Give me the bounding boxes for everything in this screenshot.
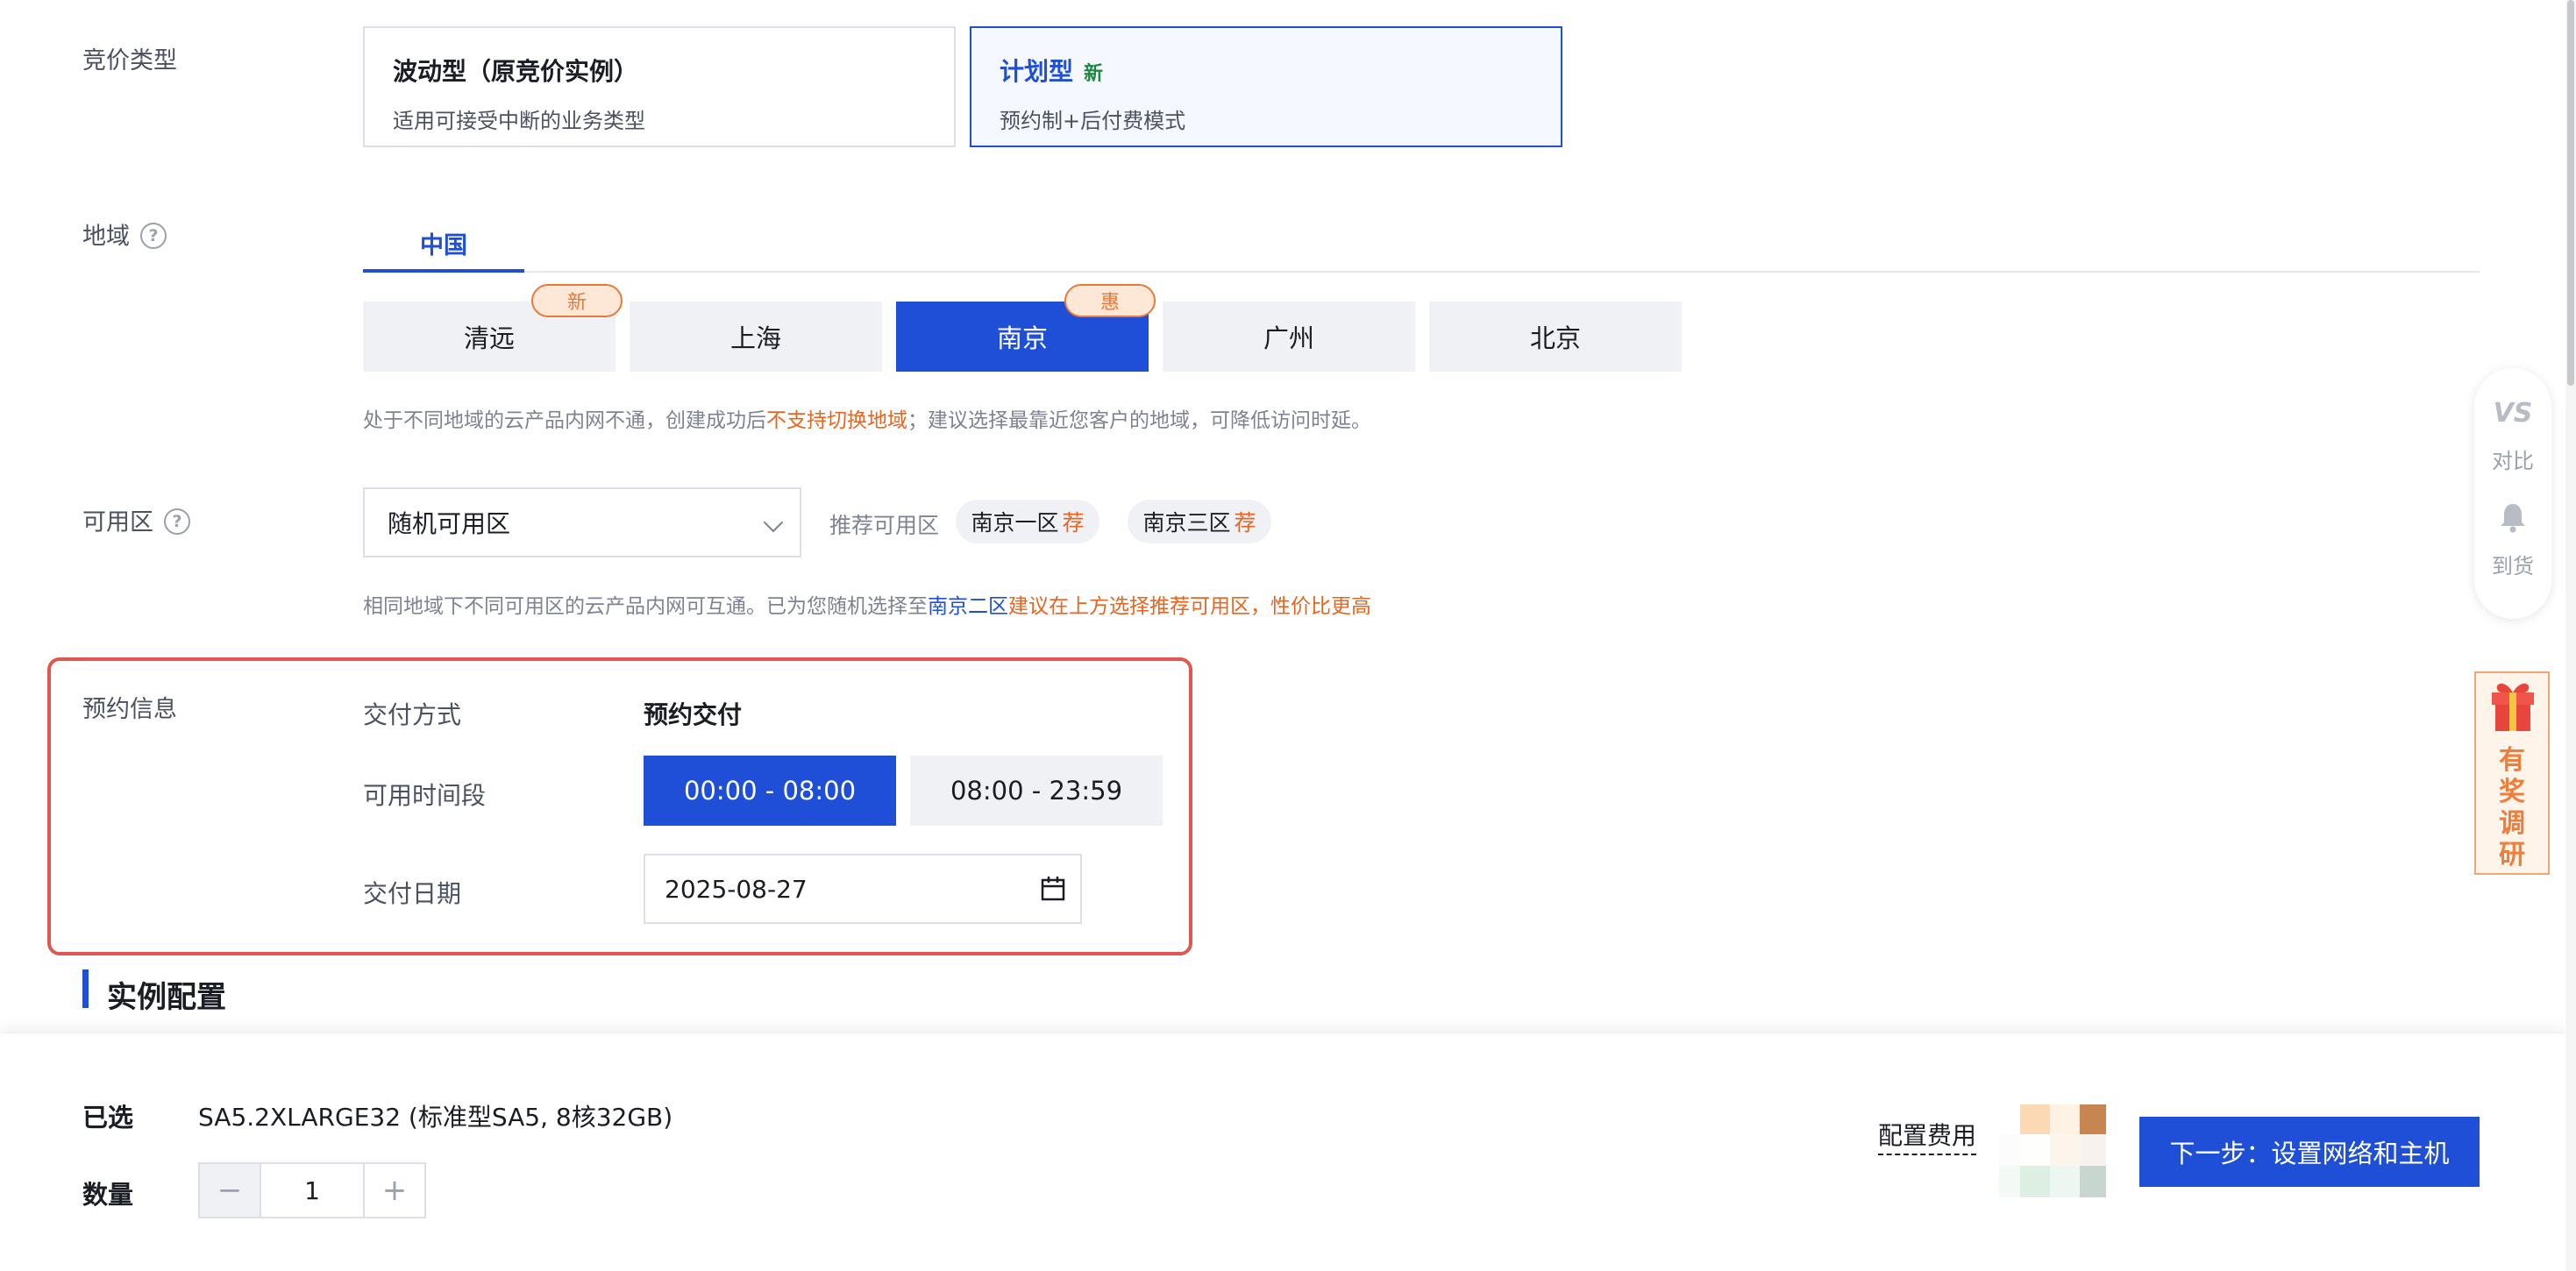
delivery-method-label: 交付方式 [363, 700, 462, 729]
bid-type-title: 计划型 [1000, 57, 1074, 86]
new-tag: 新 [531, 284, 623, 317]
region-hint-text: 处于不同地域的云产品内网不通，创建成功后 [363, 409, 766, 432]
reservation-label: 预约信息 [82, 696, 177, 723]
config-fee-label[interactable]: 配置费用 [1878, 1117, 1977, 1155]
bid-type-option-volatile[interactable]: 波动型（原竞价实例） 适用可接受中断的业务类型 [363, 26, 956, 147]
bell-icon[interactable] [2499, 501, 2527, 533]
zone-hint-warning: 建议在上方选择推荐可用区，性价比更高 [1008, 595, 1371, 618]
bid-type-label: 竞价类型 [82, 47, 177, 75]
bid-type-desc: 预约制+后付费模式 [1000, 109, 1186, 133]
chevron-down-icon [763, 512, 784, 533]
discount-tag: 惠 [1064, 284, 1156, 317]
region-hint-warning: 不支持切换地域 [766, 409, 907, 432]
zone-hint-text: 相同地域下不同可用区的云产品内网可互通。已为您随机选择至 [363, 595, 928, 618]
zone-select[interactable]: 随机可用区 [363, 487, 801, 557]
zone-label-text: 可用区 [82, 508, 153, 536]
help-icon[interactable]: ? [140, 223, 167, 249]
survey-banner[interactable]: 有奖调研 [2474, 671, 2550, 875]
floating-tool-panel: VS 对比 到货 [2474, 368, 2551, 619]
help-icon[interactable]: ? [164, 508, 190, 535]
region-hint: 处于不同地域的云产品内网不通，创建成功后不支持切换地域；建议选择最靠近您客户的地… [363, 403, 1371, 433]
selected-label: 已选 [82, 1103, 134, 1133]
time-slot-day[interactable]: 08:00 - 23:59 [910, 756, 1163, 826]
time-slot-label: 可用时间段 [363, 781, 487, 810]
calendar-icon[interactable] [1040, 875, 1066, 903]
increment-button[interactable]: + [363, 1164, 424, 1217]
bid-type-title: 波动型（原竞价实例） [393, 57, 639, 86]
region-btn-shanghai[interactable]: 上海 [630, 302, 882, 372]
region-btn-guangzhou[interactable]: 广州 [1163, 302, 1415, 372]
region-btn-beijing[interactable]: 北京 [1429, 302, 1682, 372]
next-step-button[interactable]: 下一步：设置网络和主机 [2139, 1117, 2480, 1187]
zone-hint: 相同地域下不同可用区的云产品内网可互通。已为您随机选择至南京二区建议在上方选择推… [363, 589, 1371, 619]
gift-icon [2492, 683, 2534, 731]
zone-chip-nanjing-1[interactable]: 南京一区荐 [956, 500, 1099, 543]
delivery-date-value: 2025-08-27 [665, 874, 808, 904]
zone-label: 可用区? [82, 508, 190, 536]
quantity-label: 数量 [82, 1180, 134, 1210]
recommended-zone-label: 推荐可用区 [829, 513, 940, 538]
new-badge: 新 [1084, 63, 1104, 85]
delivery-method-value: 预约交付 [644, 700, 743, 729]
delivery-date-label: 交付日期 [363, 879, 462, 908]
notify-label[interactable]: 到货 [2474, 549, 2551, 579]
price-pixelated-image [1999, 1104, 2106, 1197]
tab-china[interactable]: 中国 [363, 224, 524, 273]
decrement-button[interactable]: − [200, 1164, 261, 1217]
zone-chip-name: 南京三区 [1142, 510, 1231, 536]
recommend-tag: 荐 [1062, 510, 1085, 536]
quantity-stepper: − 1 + [198, 1162, 426, 1218]
selected-instance-value: SA5.2XLARGE32 (标准型SA5, 8核32GB) [198, 1103, 673, 1132]
zone-select-value: 随机可用区 [388, 509, 511, 538]
zone-chip-name: 南京一区 [971, 510, 1059, 536]
section-marker [82, 969, 89, 1008]
region-label-text: 地域 [82, 223, 130, 251]
recommend-tag: 荐 [1234, 510, 1256, 536]
time-slot-morning[interactable]: 00:00 - 08:00 [644, 756, 896, 826]
region-hint-text-end: ；建议选择最靠近您客户的地域，可降低访问时延。 [907, 409, 1371, 432]
scrollbar-thumb[interactable] [2567, 0, 2574, 386]
zone-hint-link[interactable]: 南京二区 [928, 595, 1008, 618]
bid-type-option-planned[interactable]: 计划型新 预约制+后付费模式 [970, 26, 1562, 147]
tab-divider [363, 271, 2480, 273]
quantity-value[interactable]: 1 [261, 1164, 363, 1217]
compare-label[interactable]: 对比 [2474, 444, 2551, 474]
region-label: 地域? [82, 223, 167, 251]
bid-type-desc: 适用可接受中断的业务类型 [393, 109, 645, 133]
delivery-date-input[interactable]: 2025-08-27 [644, 854, 1082, 924]
zone-chip-nanjing-3[interactable]: 南京三区荐 [1128, 500, 1271, 543]
compare-icon[interactable]: VS [2474, 398, 2551, 429]
survey-label: 有奖调研 [2499, 745, 2525, 870]
instance-config-title: 实例配置 [107, 980, 226, 1015]
